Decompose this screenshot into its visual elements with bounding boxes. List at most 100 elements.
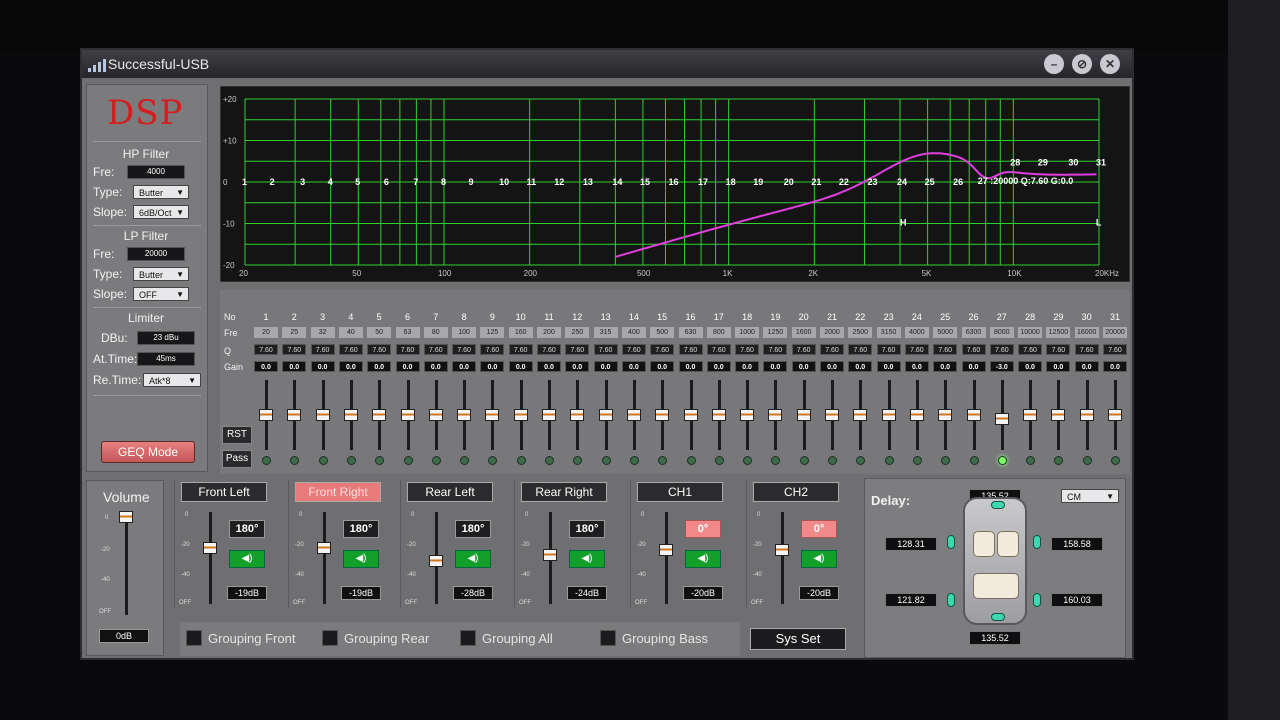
band-slider-knob[interactable]: [457, 409, 472, 421]
band-frequency-field[interactable]: 100: [452, 327, 477, 338]
band-gain-field[interactable]: 0.0: [706, 361, 731, 372]
band-slider-knob[interactable]: [513, 409, 528, 421]
delay-bottom-value[interactable]: 135.52: [969, 631, 1021, 645]
band-q-field[interactable]: 7.60: [1046, 344, 1071, 355]
phase-button[interactable]: 0°: [801, 520, 837, 538]
band-q-field[interactable]: 7.60: [848, 344, 873, 355]
band-frequency-field[interactable]: 1250: [763, 327, 788, 338]
band-slider-knob[interactable]: [598, 409, 613, 421]
band-frequency-field[interactable]: 80: [423, 327, 448, 338]
band-q-field[interactable]: 7.60: [593, 344, 618, 355]
phase-button[interactable]: 180°: [343, 520, 379, 538]
band-slider-knob[interactable]: [768, 409, 783, 421]
speaker-center-rear-icon[interactable]: [991, 613, 1005, 621]
band-slider-knob[interactable]: [315, 409, 330, 421]
speaker-mute-icon[interactable]: ◀): [455, 550, 491, 568]
channel-slider-knob[interactable]: [543, 548, 557, 561]
band-q-field[interactable]: 7.60: [706, 344, 731, 355]
grouping-all-checkbox[interactable]: Grouping All: [460, 630, 553, 646]
geq-mode-button[interactable]: GEQ Mode: [101, 441, 195, 463]
band-gain-field[interactable]: 0.0: [848, 361, 873, 372]
band-slider-knob[interactable]: [796, 409, 811, 421]
band-gain-field[interactable]: 0.0: [254, 361, 278, 372]
grouping-rear-checkbox[interactable]: Grouping Rear: [322, 630, 429, 646]
band-slider-knob[interactable]: [570, 409, 585, 421]
limiter-attime-field[interactable]: 45ms: [137, 352, 195, 366]
band-q-field[interactable]: 7.60: [537, 344, 561, 355]
pass-button[interactable]: Pass: [222, 450, 252, 468]
band-q-field[interactable]: 7.60: [876, 344, 901, 355]
band-gain-field[interactable]: 0.0: [565, 361, 590, 372]
lp-slope-dropdown[interactable]: OFF ▼: [133, 287, 189, 301]
band-slider-knob[interactable]: [909, 409, 924, 421]
channel-slider-track[interactable]: [781, 512, 784, 604]
band-gain-field[interactable]: 0.0: [791, 361, 816, 372]
band-slider-knob[interactable]: [542, 409, 556, 421]
speaker-mute-icon[interactable]: ◀): [685, 550, 721, 568]
band-slider-knob[interactable]: [994, 413, 1009, 426]
band-frequency-field[interactable]: 12500: [1046, 327, 1071, 338]
band-slider-knob[interactable]: [400, 409, 415, 421]
band-gain-field[interactable]: 0.0: [593, 361, 618, 372]
band-gain-field[interactable]: 0.0: [1018, 361, 1043, 372]
band-gain-field[interactable]: 0.0: [1046, 361, 1071, 372]
delay-front-left-value[interactable]: 128.31: [885, 537, 937, 551]
band-frequency-field[interactable]: 315: [593, 327, 618, 338]
band-gain-field[interactable]: 0.0: [735, 361, 760, 372]
band-frequency-field[interactable]: 3150: [876, 327, 901, 338]
channel-slider-knob[interactable]: [317, 542, 331, 555]
band-frequency-field[interactable]: 800: [706, 327, 731, 338]
band-frequency-field[interactable]: 40: [338, 327, 363, 338]
eq-response-graph[interactable]: +20 +10 0 -10 -20 20 50 100 200 500 1K 2K 5K 10K 20KHz…: [220, 86, 1130, 282]
band-gain-field[interactable]: 0.0: [820, 361, 844, 372]
speaker-front-left-icon[interactable]: [947, 535, 955, 549]
band-q-field[interactable]: 7.60: [310, 344, 335, 355]
band-q-field[interactable]: 7.60: [678, 344, 703, 355]
band-slider-knob[interactable]: [343, 409, 358, 421]
band-frequency-field[interactable]: 8000: [989, 327, 1014, 338]
band-q-field[interactable]: 7.60: [1018, 344, 1043, 355]
band-slider-knob[interactable]: [1051, 409, 1066, 421]
sys-set-button[interactable]: Sys Set: [750, 628, 846, 650]
band-q-field[interactable]: 7.60: [367, 344, 392, 355]
band-q-field[interactable]: 7.60: [650, 344, 675, 355]
volume-slider-knob[interactable]: [119, 511, 133, 523]
channel-slider-knob[interactable]: [659, 544, 673, 556]
band-frequency-field[interactable]: 1600: [791, 327, 816, 338]
band-frequency-field[interactable]: 6300: [961, 327, 986, 338]
band-q-field[interactable]: 7.60: [791, 344, 816, 355]
grouping-front-checkbox[interactable]: Grouping Front: [186, 630, 295, 646]
band-gain-field[interactable]: 0.0: [367, 361, 392, 372]
phase-button[interactable]: 180°: [229, 520, 265, 538]
band-gain-field[interactable]: 0.0: [876, 361, 901, 372]
band-frequency-field[interactable]: 2500: [848, 327, 873, 338]
channel-slider-track[interactable]: [665, 512, 668, 604]
band-slider-knob[interactable]: [1108, 409, 1122, 421]
band-slider-knob[interactable]: [825, 409, 839, 421]
hp-slope-dropdown[interactable]: 6dB/Oct ▼: [133, 205, 189, 219]
delay-front-right-value[interactable]: 158.58: [1051, 537, 1103, 551]
delay-rear-right-value[interactable]: 160.03: [1051, 593, 1103, 607]
hp-fre-field[interactable]: 4000: [127, 165, 185, 179]
channel-name-button[interactable]: Front Left: [181, 482, 267, 502]
band-q-field[interactable]: 7.60: [1074, 344, 1099, 355]
phase-button[interactable]: 0°: [685, 520, 721, 538]
band-q-field[interactable]: 7.60: [282, 344, 307, 355]
band-frequency-field[interactable]: 20000: [1103, 327, 1127, 338]
band-frequency-field[interactable]: 630: [678, 327, 703, 338]
phase-button[interactable]: 180°: [455, 520, 491, 538]
band-q-field[interactable]: 7.60: [395, 344, 420, 355]
band-slider-knob[interactable]: [259, 409, 273, 421]
band-gain-field[interactable]: 0.0: [904, 361, 929, 372]
band-gain-field[interactable]: 0.0: [338, 361, 363, 372]
rst-button[interactable]: RST: [222, 426, 252, 444]
band-q-field[interactable]: 7.60: [480, 344, 505, 355]
restore-icon[interactable]: ⊘: [1072, 54, 1092, 74]
band-q-field[interactable]: 7.60: [904, 344, 929, 355]
band-frequency-field[interactable]: 32: [310, 327, 335, 338]
band-frequency-field[interactable]: 20: [254, 327, 278, 338]
band-gain-field[interactable]: 0.0: [452, 361, 477, 372]
title-bar[interactable]: Successful-USB – ⊘ ✕: [82, 50, 1132, 78]
delay-rear-left-value[interactable]: 121.82: [885, 593, 937, 607]
speaker-center-front-icon[interactable]: [991, 501, 1005, 509]
